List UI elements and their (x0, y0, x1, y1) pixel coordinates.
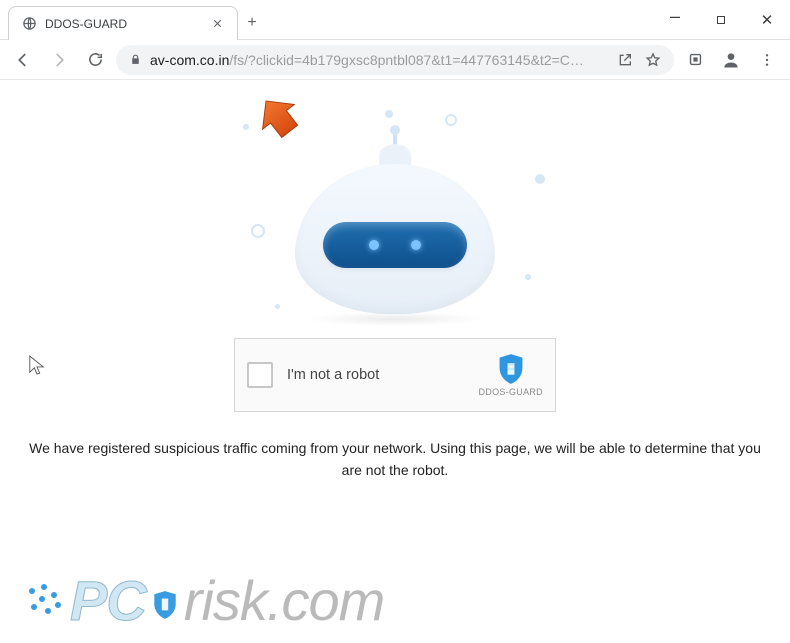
profile-button[interactable] (716, 45, 746, 75)
url-host: av-com.co.in (150, 52, 229, 68)
new-tab-button[interactable]: + (238, 6, 266, 39)
window-close-button[interactable]: ✕ (744, 0, 790, 40)
forward-button[interactable] (44, 45, 74, 75)
watermark-risk: risk (184, 568, 267, 633)
browser-toolbar: av-com.co.in/fs/?clickid=4b179gxsc8pntbl… (0, 40, 790, 80)
url-text: av-com.co.in/fs/?clickid=4b179gxsc8pntbl… (150, 52, 584, 68)
globe-icon (21, 16, 37, 32)
window-controls: – ✕ (652, 0, 790, 40)
star-icon[interactable] (644, 51, 662, 69)
page-content: I'm not a robot DDOS-GUARD We have regis… (0, 80, 790, 643)
back-button[interactable] (8, 45, 38, 75)
tab-close-icon[interactable] (209, 16, 225, 32)
captcha-checkbox[interactable] (247, 362, 273, 388)
watermark-com: .com (267, 568, 384, 633)
browser-tab[interactable]: DDOS-GUARD (8, 6, 238, 40)
robot-illustration (235, 104, 555, 324)
watermark-dots-icon (24, 581, 64, 621)
share-icon[interactable] (616, 51, 634, 69)
watermark: PC risk .com (24, 568, 384, 633)
maximize-button[interactable] (698, 0, 744, 40)
window-titlebar: DDOS-GUARD + – ✕ (0, 0, 790, 40)
reload-button[interactable] (80, 45, 110, 75)
lock-icon (128, 53, 142, 67)
minimize-button[interactable]: – (652, 0, 698, 40)
watermark-pc: PC (70, 568, 146, 633)
menu-button[interactable] (752, 45, 782, 75)
address-bar[interactable]: av-com.co.in/fs/?clickid=4b179gxsc8pntbl… (116, 45, 674, 75)
plus-icon: + (247, 14, 256, 32)
extensions-button[interactable] (680, 45, 710, 75)
captcha-box: I'm not a robot DDOS-GUARD (234, 338, 556, 412)
shield-icon (497, 353, 525, 385)
captcha-label: I'm not a robot (287, 367, 379, 383)
captcha-brand: DDOS-GUARD (478, 353, 543, 397)
tab-title: DDOS-GUARD (45, 17, 201, 31)
mouse-cursor-icon (28, 354, 46, 378)
captcha-brand-label: DDOS-GUARD (478, 387, 543, 397)
watermark-shield-icon (150, 588, 180, 622)
notice-text: We have registered suspicious traffic co… (0, 438, 790, 481)
watermark-text: PC risk .com (70, 568, 384, 633)
url-path: /fs/?clickid=4b179gxsc8pntbl087&t1=44776… (229, 52, 584, 68)
